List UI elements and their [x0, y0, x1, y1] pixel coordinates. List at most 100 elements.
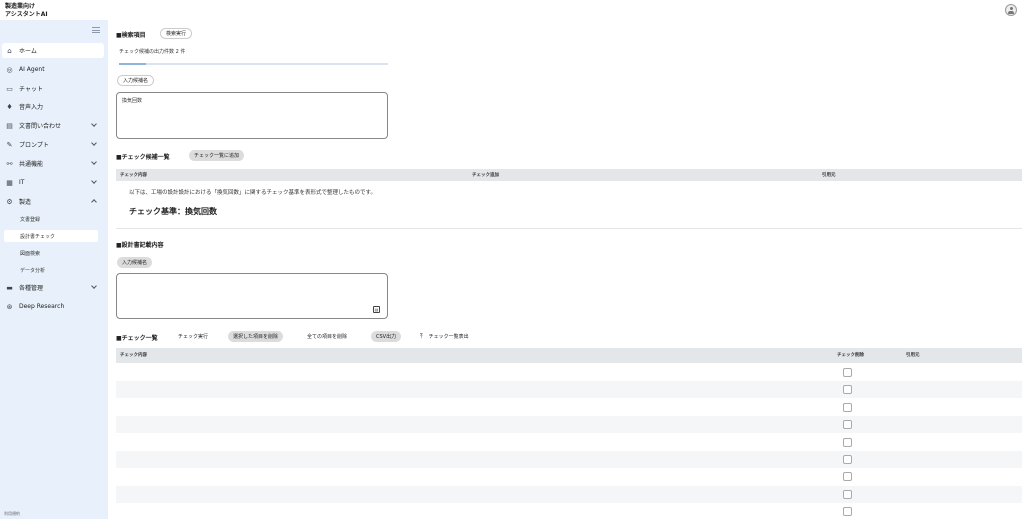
run-check-button[interactable]: チェック実行: [173, 331, 214, 342]
table-row: [116, 468, 1022, 485]
sidebar-item-ai-agent[interactable]: ◎ AI Agent: [2, 62, 104, 77]
sidebar-item-label: IT: [19, 179, 25, 186]
search-section-title: ■検索項目: [116, 32, 146, 39]
table-row: [116, 381, 1022, 399]
add-to-checklist-button[interactable]: チェック一覧に追加: [189, 150, 245, 161]
sidebar-item-management[interactable]: ▬ 各種管理: [2, 280, 104, 295]
column-header-delete: チェック削除: [837, 353, 864, 358]
share-icon: ⚯: [6, 159, 13, 168]
gear-box-icon: ⚙: [6, 197, 13, 206]
design-content-textarea[interactable]: ▤: [116, 273, 388, 319]
column-header-source: 引用元: [822, 173, 836, 178]
design-section-title: ■設計書記載内容: [116, 242, 164, 249]
row-delete-checkbox[interactable]: [843, 368, 852, 377]
user-avatar-icon[interactable]: [1005, 4, 1017, 16]
sidebar-item-label: 文書問い合わせ: [19, 123, 62, 130]
table-row: [116, 434, 1022, 451]
checklist-export-button[interactable]: ⤒ チェック一覧表出: [415, 331, 474, 342]
row-delete-checkbox[interactable]: [843, 402, 852, 412]
column-header-content: チェック内容: [120, 173, 147, 178]
delete-selected-button[interactable]: 選択した項目を削除: [228, 331, 284, 342]
chevron-down-icon: [91, 178, 97, 184]
sidebar-item-document-query[interactable]: ▤ 文書問い合わせ: [2, 118, 104, 133]
sidebar-item-label: プロンプト: [19, 142, 49, 149]
app-title-line1: 製造業向け: [5, 3, 36, 10]
column-header-add: チェック追加: [472, 173, 499, 178]
top-bar: 製造業向け アシスタントAI: [0, 0, 1024, 20]
upload-icon: ⤒: [420, 332, 423, 340]
sidebar-subitem-design-check[interactable]: 設計書チェック: [4, 230, 98, 242]
home-icon: ⌂: [7, 46, 12, 55]
chevron-down-icon: [91, 121, 97, 127]
sidebar-item-label: 共通機能: [19, 161, 44, 168]
sidebar-item-manufacturing[interactable]: ⚙ 製造: [2, 194, 104, 209]
design-input-label-chip: 入力候補名: [117, 257, 153, 268]
sidebar-item-label: チャット: [19, 86, 43, 93]
candidates-section-title: ■チェック候補一覧: [116, 154, 170, 161]
row-delete-checkbox[interactable]: [843, 437, 852, 447]
table-row: [116, 485, 1022, 503]
main-content: ■検索項目 検索実行 チェック候補の出力件数 2 件 入力候補名 換気回数 ■チ…: [108, 20, 1024, 519]
chevron-up-icon: [91, 199, 97, 205]
hamburger-menu-icon[interactable]: [92, 27, 100, 33]
headset-icon: ◎: [6, 65, 13, 74]
check-criteria-heading: チェック基準：換気回数: [129, 207, 217, 216]
research-icon: ⊛: [6, 302, 13, 311]
search-progress-fill: [119, 63, 146, 65]
table-row: [116, 364, 1022, 381]
search-keyword-textarea[interactable]: 換気回数: [116, 92, 388, 139]
row-delete-checkbox[interactable]: [843, 385, 852, 395]
sidebar: ⌂ ホーム ◎ AI Agent ▭ チャット ♦ 音声入力 ▤ 文書問い合わせ…: [0, 20, 108, 519]
search-progress-bar: [119, 63, 388, 65]
sidebar-subitem-data-analysis[interactable]: データ分析: [4, 264, 98, 276]
document-icon: ▤: [6, 121, 13, 130]
app-title-line2: アシスタントAI: [5, 11, 48, 18]
terms-link[interactable]: 利用規約: [4, 511, 20, 517]
sidebar-item-it[interactable]: ▦ IT: [2, 175, 104, 190]
chevron-down-icon: [91, 159, 97, 165]
row-delete-checkbox[interactable]: [843, 489, 852, 499]
server-icon: ▦: [6, 178, 13, 187]
folder-icon: ▬: [6, 283, 13, 292]
microphone-icon: ♦: [6, 102, 13, 111]
sidebar-item-voice[interactable]: ♦ 音声入力: [2, 99, 104, 114]
candidate-count-text: チェック候補の出力件数 2 件: [119, 49, 186, 55]
checklist-export-label: チェック一覧表出: [428, 334, 469, 340]
table-row: [116, 399, 1022, 416]
csv-export-button[interactable]: CSV出力: [371, 331, 402, 342]
sidebar-item-label: AI Agent: [19, 66, 45, 73]
divider: [116, 228, 1022, 229]
sidebar-item-label: Deep Research: [19, 303, 65, 310]
sidebar-item-chat[interactable]: ▭ チャット: [2, 81, 104, 96]
search-input-label-chip: 入力候補名: [117, 75, 155, 86]
chevron-down-icon: [91, 140, 97, 146]
table-row: [116, 416, 1022, 434]
sidebar-item-home[interactable]: ⌂ ホーム: [2, 43, 104, 58]
sidebar-item-label: 製造: [19, 199, 32, 206]
checklist-section-title: ■チェック一覧: [116, 335, 158, 342]
search-run-button[interactable]: 検索実行: [160, 28, 193, 39]
sidebar-item-common[interactable]: ⚯ 共通機能: [2, 156, 104, 171]
checklist-table-header: チェック内容 チェック削除 引用元: [116, 348, 1022, 363]
app-title: 製造業向け アシスタントAI: [5, 3, 48, 19]
candidates-table-header: チェック内容 チェック追加 引用元: [116, 169, 1022, 181]
pen-icon: ✎: [6, 140, 13, 149]
sidebar-item-deep-research[interactable]: ⊛ Deep Research: [2, 299, 104, 314]
row-delete-checkbox[interactable]: [843, 472, 852, 482]
sidebar-subitem-document-register[interactable]: 文書登録: [4, 213, 98, 225]
sidebar-item-prompt[interactable]: ✎ プロンプト: [2, 137, 104, 152]
pdf-icon[interactable]: ▤: [373, 306, 380, 313]
column-header-content: チェック内容: [120, 353, 147, 358]
delete-all-button[interactable]: 全ての項目を削除: [302, 331, 353, 342]
table-row: [116, 451, 1022, 468]
sidebar-subitem-drawing-search[interactable]: 図面検索: [4, 247, 98, 259]
chat-icon: ▭: [6, 84, 13, 93]
column-header-source: 引用元: [906, 353, 920, 358]
sidebar-item-label: 各種管理: [19, 285, 44, 292]
candidate-description: 以下は、工場の設計設計における「換気回数」に関するチェック基準を表形式で整理した…: [129, 190, 376, 196]
table-row: [116, 503, 1022, 519]
row-delete-checkbox[interactable]: [843, 420, 852, 430]
row-delete-checkbox[interactable]: [843, 507, 852, 517]
sidebar-item-label: ホーム: [19, 48, 37, 55]
row-delete-checkbox[interactable]: [843, 455, 852, 464]
